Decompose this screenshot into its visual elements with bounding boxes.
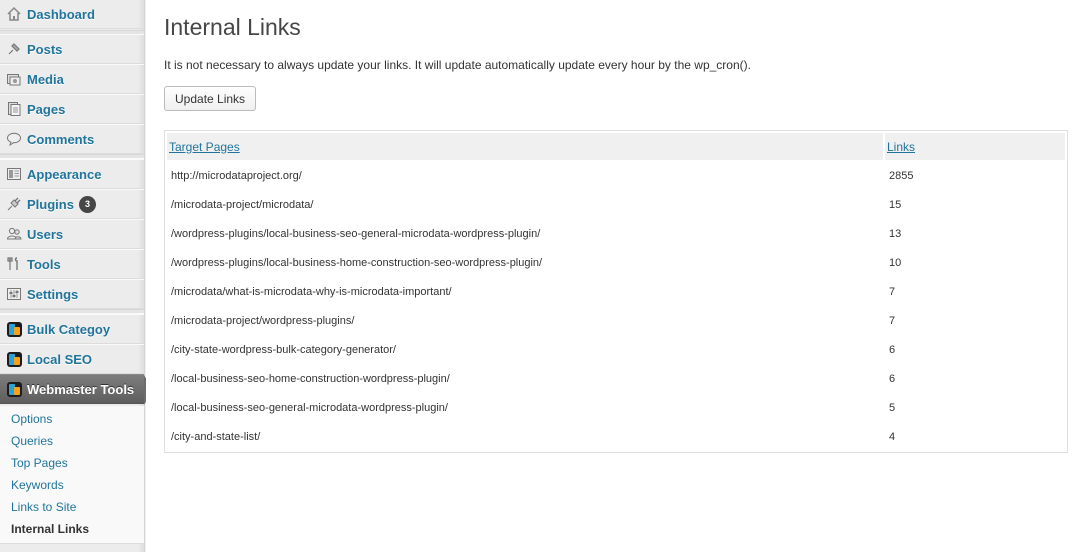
plugin-logo-icon [6,351,22,367]
target-page-cell: /city-state-wordpress-bulk-category-gene… [171,343,396,356]
menu-label: Local SEO [27,351,93,367]
menu-pages[interactable]: Pages [0,94,144,124]
users-icon [6,226,22,242]
menu-media[interactable]: Media [0,64,144,94]
table-row: /city-state-wordpress-bulk-category-gene… [167,336,1065,363]
admin-sidebar: Dashboard Posts Media Pages Comments App… [0,0,153,552]
menu-local-seo[interactable]: Local SEO [0,344,144,374]
submenu-internal-links[interactable]: Internal Links [11,522,89,536]
link-count-cell: 6 [889,343,896,356]
media-icon [6,71,22,87]
target-page-cell: /wordpress-plugins/local-business-home-c… [171,256,543,269]
submenu-keywords[interactable]: Keywords [11,478,64,492]
plugin-logo-icon [6,321,22,337]
dashboard-icon [6,6,22,22]
target-page-cell: /microdata-project/wordpress-plugins/ [171,314,355,327]
menu-users[interactable]: Users [0,219,144,249]
table-row: /local-business-seo-home-construction-wo… [167,365,1065,392]
comment-icon [6,131,22,147]
menu-label: Comments [27,131,95,147]
menu-label: Webmaster Tools [27,381,135,397]
target-page-cell: /microdata-project/microdata/ [171,198,314,211]
target-page-cell: /local-business-seo-general-microdata-wo… [171,401,448,414]
internal-links-table: Target Pages Links http://microdataproje… [164,130,1068,453]
appearance-icon [6,166,22,182]
submenu-links-to-site[interactable]: Links to Site [11,500,76,514]
submenu-options[interactable]: Options [11,412,52,426]
target-page-cell: http://microdataproject.org/ [171,169,302,182]
sort-links-link[interactable]: Links [887,140,915,154]
page-description: It is not necessary to always update you… [164,58,751,72]
target-page-cell: /local-business-seo-home-construction-wo… [171,372,450,385]
update-links-button[interactable]: Update Links [164,86,257,111]
menu-label: Dashboard [27,6,95,22]
menu-plugins[interactable]: Plugins 3 [0,189,144,219]
table-row: /city-and-state-list/4 [167,423,1065,450]
menu-webmaster-tools[interactable]: Webmaster Tools [0,374,153,405]
menu-settings[interactable]: Settings [0,279,144,309]
link-count-cell: 15 [889,198,902,211]
column-header-links: Links [885,133,1065,160]
menu-tools[interactable]: Tools [0,249,144,279]
menu-posts[interactable]: Posts [0,34,144,64]
sort-target-pages-link[interactable]: Target Pages [169,140,240,154]
menu-label: Media [27,71,64,87]
table-row: http://microdataproject.org/2855 [167,162,1065,189]
table-row: /wordpress-plugins/local-business-seo-ge… [167,220,1065,247]
column-header-target-pages: Target Pages [167,133,883,160]
menu-label: Pages [27,101,66,117]
pages-icon [6,101,22,117]
table-row: /microdata-project/microdata/15 [167,191,1065,218]
link-count-cell: 7 [889,314,896,327]
menu-label: Tools [27,256,61,272]
menu-comments[interactable]: Comments [0,124,144,154]
main-content: Internal Links It is not necessary to al… [146,0,1075,552]
menu-bulk-category[interactable]: Bulk Categoy [0,314,144,344]
link-count-cell: 10 [889,256,902,269]
target-page-cell: /microdata/what-is-microdata-why-is-micr… [171,285,452,298]
link-count-cell: 6 [889,372,896,385]
settings-icon [6,286,22,302]
pin-icon [6,41,22,57]
plugin-update-count-badge: 3 [78,195,96,213]
link-count-cell: 7 [889,285,896,298]
table-row: /wordpress-plugins/local-business-home-c… [167,249,1065,276]
menu-label: Users [27,226,64,242]
menu-label: Appearance [27,166,102,182]
link-count-cell: 4 [889,430,896,443]
link-count-cell: 2855 [889,169,914,182]
menu-label: Bulk Categoy [27,321,111,337]
submenu-queries[interactable]: Queries [11,434,53,448]
tools-icon [6,256,22,272]
menu-dashboard[interactable]: Dashboard [0,0,144,29]
link-count-cell: 5 [889,401,896,414]
page-title: Internal Links [164,14,301,40]
target-page-cell: /wordpress-plugins/local-business-seo-ge… [171,227,541,240]
menu-label: Plugins [27,196,74,212]
webmaster-tools-submenu: Options Queries Top Pages Keywords Links… [0,406,144,544]
link-count-cell: 13 [889,227,902,240]
menu-appearance[interactable]: Appearance [0,159,144,189]
submenu-top-pages[interactable]: Top Pages [11,456,68,470]
menu-label: Posts [27,41,63,57]
plugin-logo-icon [6,381,22,397]
table-header-row: Target Pages Links [167,133,1065,160]
plug-icon [6,196,22,212]
table-row: /microdata-project/wordpress-plugins/7 [167,307,1065,334]
menu-label: Settings [27,286,79,302]
table-row: /microdata/what-is-microdata-why-is-micr… [167,278,1065,305]
table-row: /local-business-seo-general-microdata-wo… [167,394,1065,421]
target-page-cell: /city-and-state-list/ [171,430,261,443]
